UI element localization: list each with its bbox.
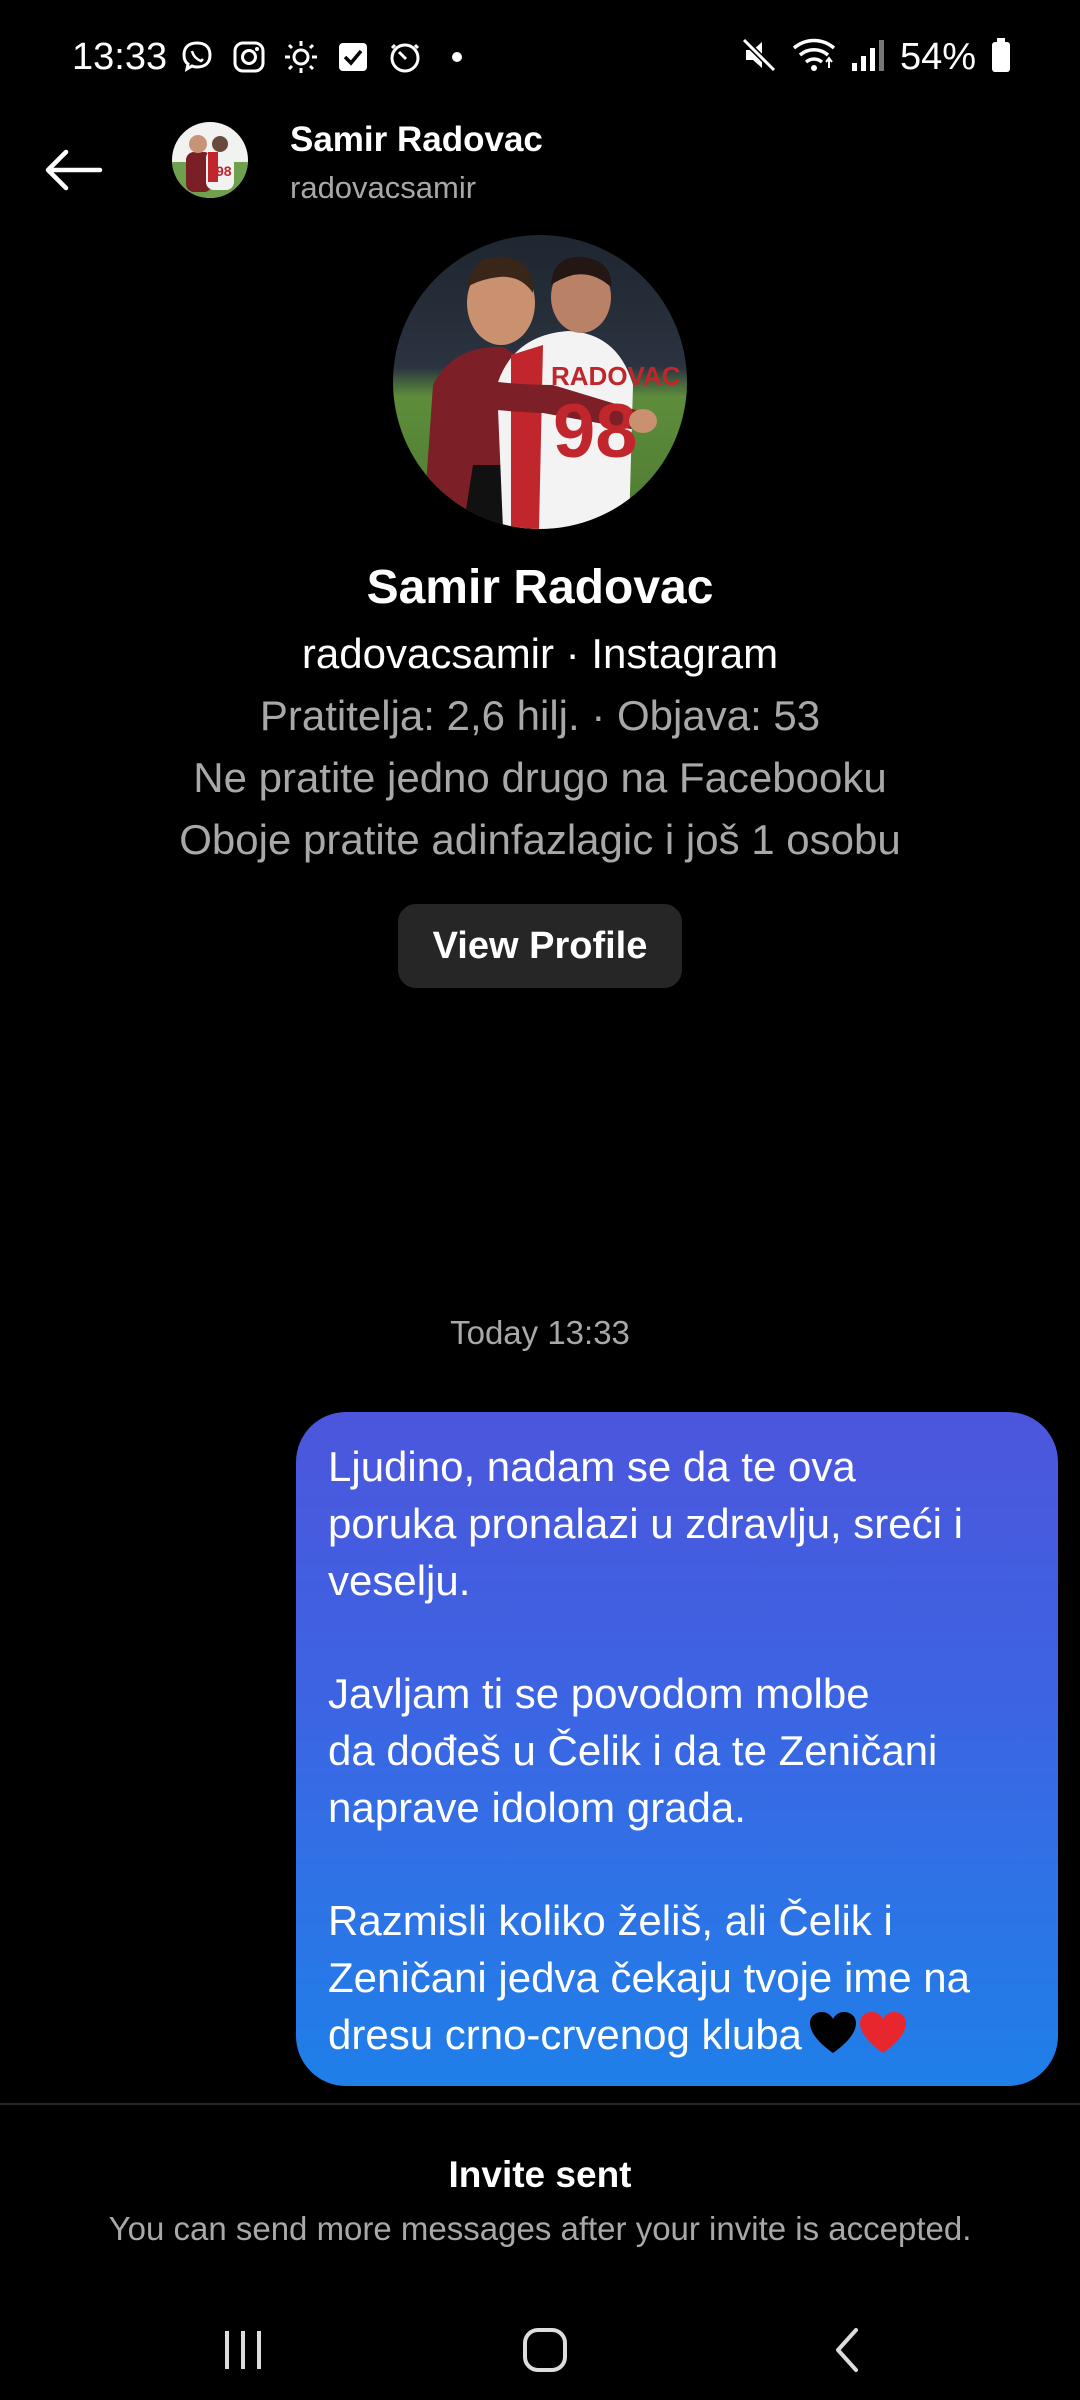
back-arrow-icon xyxy=(45,149,103,191)
message-paragraph-3-wrap: Razmisli koliko želiš, ali Čelik i Zenič… xyxy=(328,1892,1026,2069)
profile-mutual-follows: Oboje pratite adinfazlagic i još 1 osobu xyxy=(179,816,901,863)
mute-icon xyxy=(740,36,778,79)
black-heart-icon xyxy=(809,2012,856,2053)
profile-facebook-status: Ne pratite jedno drugo na Facebooku xyxy=(193,754,887,801)
back-nav-icon xyxy=(836,2328,858,2372)
invite-sent-title: Invite sent xyxy=(448,2154,632,2195)
battery-icon xyxy=(990,36,1012,79)
timer-icon xyxy=(386,38,424,76)
footer-divider xyxy=(0,2103,1080,2105)
checkbox-icon xyxy=(334,38,372,76)
notification-icons xyxy=(178,38,476,76)
message-timestamp: Today 13:33 xyxy=(450,1314,630,1351)
signal-icon xyxy=(850,37,886,78)
profile-source: radovacsamir · Instagram xyxy=(301,630,779,677)
svg-text:98: 98 xyxy=(553,389,638,474)
system-nav-bar xyxy=(0,2290,1080,2400)
wifi-icon xyxy=(792,36,836,79)
status-time: 13:33 xyxy=(72,36,168,78)
profile-stats: Pratitelja: 2,6 hilj. · Objava: 53 xyxy=(259,692,821,739)
header-name[interactable]: Samir Radovac xyxy=(290,120,543,160)
system-icons: 54% xyxy=(740,36,1012,79)
instagram-icon xyxy=(230,38,268,76)
home-button[interactable] xyxy=(500,2310,590,2390)
message-paragraph-1: Ljudino, nadam se da te ova poruka prona… xyxy=(328,1443,963,1604)
svg-text:98: 98 xyxy=(216,163,232,179)
sent-message-bubble[interactable]: Ljudino, nadam se da te ova poruka prona… xyxy=(296,1412,1058,2086)
recent-apps-button[interactable] xyxy=(198,2310,288,2390)
profile-avatar[interactable]: RADOVAC 98 xyxy=(393,235,687,529)
viber-icon xyxy=(178,38,216,76)
profile-name: Samir Radovac xyxy=(366,561,714,614)
dot-icon xyxy=(438,38,476,76)
status-bar: 13:33 54% xyxy=(0,0,1080,120)
svg-text:RADOVAC: RADOVAC xyxy=(551,361,681,391)
battery-percent: 54% xyxy=(899,36,976,78)
hearts xyxy=(808,2011,908,2069)
red-heart-icon xyxy=(859,2012,906,2053)
view-profile-button[interactable]: View Profile xyxy=(398,904,682,988)
header-avatar[interactable]: 98 xyxy=(172,122,248,198)
recent-apps-icon xyxy=(225,2331,261,2369)
home-icon xyxy=(523,2328,567,2372)
invite-sent-subtitle: You can send more messages after your in… xyxy=(108,2210,972,2247)
chat-header: 98 Samir Radovac radovacsamir xyxy=(0,120,1080,220)
header-username[interactable]: radovacsamir xyxy=(290,170,476,206)
back-button[interactable] xyxy=(40,136,108,204)
back-nav-button[interactable] xyxy=(802,2310,892,2390)
message-paragraph-2: Javljam ti se povodom molbe da dođeš u Č… xyxy=(328,1670,938,1831)
brightness-icon xyxy=(282,38,320,76)
screen: 13:33 54% 98 Samir Radovac radovacsamir … xyxy=(0,0,1080,2400)
